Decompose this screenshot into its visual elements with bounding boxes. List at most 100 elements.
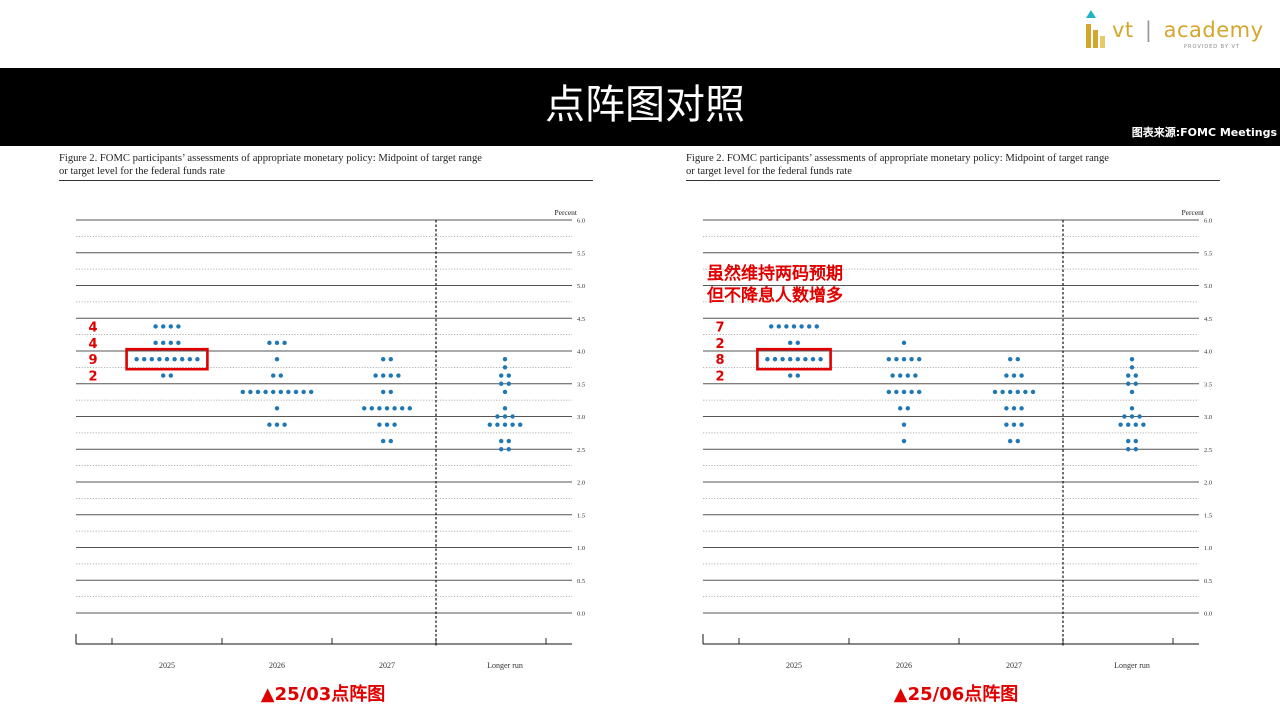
title-band: 点阵图对照 图表来源:FOMC Meetings (0, 68, 1280, 146)
fomc-dot (1133, 422, 1138, 427)
fomc-dot (274, 422, 280, 427)
fomc-dot (1008, 356, 1013, 362)
fomc-dot (282, 422, 287, 427)
fomc-dot (1133, 373, 1138, 378)
fomc-dot (795, 373, 800, 378)
caption-june: ▲25/06点阵图 (893, 684, 1019, 705)
fomc-dot (901, 422, 907, 427)
fomc-dot (1011, 406, 1017, 411)
fomc-dot (381, 438, 386, 444)
y-tick-label: 0.0 (1204, 611, 1212, 618)
fomc-dot (1019, 422, 1024, 427)
fomc-dot (172, 356, 177, 362)
figure-title-line-2: or target level for the federal funds ra… (686, 166, 852, 177)
fomc-dot (1004, 406, 1009, 411)
dot-count-label: 9 (88, 353, 97, 368)
fomc-dot (274, 406, 280, 411)
fomc-dot (901, 438, 907, 444)
figure-title-line-2: or target level for the federal funds ra… (59, 166, 225, 177)
fomc-dot (1011, 422, 1017, 427)
logo-word-left: vt (1112, 18, 1134, 42)
fomc-dot (788, 373, 793, 378)
y-axis-label: Percent (1182, 208, 1205, 217)
y-tick-label: 3.0 (577, 414, 585, 421)
fomc-dot (499, 381, 504, 386)
fomc-dot (495, 422, 500, 427)
fomc-dot (267, 422, 272, 427)
logo-word-right: academy (1163, 18, 1264, 42)
fomc-dot (240, 389, 245, 395)
fomc-dot (1011, 373, 1017, 378)
fomc-dot (1008, 438, 1013, 444)
y-axis-label: Percent (555, 208, 578, 217)
fomc-dot (886, 356, 891, 362)
y-tick-label: 3.5 (577, 381, 585, 388)
fomc-dot (898, 373, 903, 378)
y-tick-label: 4.5 (577, 316, 585, 323)
fomc-dot (795, 340, 800, 346)
fomc-dot (157, 356, 162, 362)
fomc-dot (905, 373, 910, 378)
fomc-dot (142, 356, 147, 362)
fomc-dot (407, 406, 412, 411)
dot-plot-march-chart: Figure 2. FOMC participants’ assessments… (59, 153, 593, 670)
figure-title-line-1: Figure 2. FOMC participants’ assessments… (686, 153, 1109, 164)
dot-count-label: 4 (88, 337, 97, 352)
fomc-dot (362, 406, 367, 411)
fomc-dot (769, 324, 774, 329)
fomc-dot (248, 389, 253, 395)
annotation-note: 虽然维持两码预期 (707, 263, 843, 284)
fomc-dot (506, 373, 511, 378)
fomc-dot (271, 373, 276, 378)
fomc-dot (502, 356, 508, 362)
y-tick-label: 6.0 (1204, 218, 1212, 225)
dot-count-label: 7 (715, 320, 724, 335)
fomc-dot (1126, 422, 1131, 427)
y-tick-label: 2.5 (577, 447, 585, 454)
fomc-dot (502, 414, 508, 419)
fomc-dot (168, 340, 173, 346)
fomc-dot (909, 389, 914, 395)
y-tick-label: 2.5 (1204, 447, 1212, 454)
fomc-dot (1129, 406, 1135, 411)
fomc-dot (495, 414, 500, 419)
fomc-dot (1126, 381, 1131, 386)
fomc-dot (381, 373, 386, 378)
fomc-dot (164, 356, 170, 362)
fomc-dot (309, 389, 314, 395)
y-tick-label: 1.5 (1204, 512, 1212, 519)
fomc-dot (803, 356, 808, 362)
fomc-dot (263, 389, 268, 395)
y-tick-label: 0.5 (1204, 578, 1212, 585)
fomc-dot (1004, 373, 1009, 378)
fomc-dot (396, 373, 401, 378)
fomc-dot (153, 324, 158, 329)
fomc-dot (1129, 389, 1135, 395)
dot-count-label: 4 (88, 320, 97, 335)
x-category-label: 2026 (269, 661, 285, 670)
fomc-dot (894, 356, 899, 362)
y-tick-label: 4.5 (1204, 316, 1212, 323)
fomc-dot (161, 340, 166, 346)
fomc-dot (301, 389, 306, 395)
caption-march: ▲25/03点阵图 (260, 684, 386, 705)
fomc-dot (381, 389, 386, 395)
fomc-dot (502, 365, 508, 370)
y-tick-label: 4.0 (577, 349, 585, 356)
fomc-dot (1133, 438, 1138, 444)
fomc-dot (168, 324, 173, 329)
y-tick-label: 5.5 (1204, 250, 1212, 257)
source-note: 图表来源:FOMC Meetings (1131, 126, 1277, 139)
fomc-dot (267, 340, 272, 346)
logo-tagline: PROVIDED BY VT (1184, 44, 1240, 50)
fomc-dot (901, 340, 907, 346)
fomc-dot (784, 324, 789, 329)
fomc-dot (278, 373, 283, 378)
fomc-dot (1019, 373, 1024, 378)
fomc-dot (282, 340, 287, 346)
fomc-dot (1015, 438, 1020, 444)
fomc-dot (377, 406, 382, 411)
y-tick-label: 2.0 (577, 480, 585, 487)
logo-wordmark: vt | academy (1112, 18, 1264, 42)
fomc-dot (1000, 389, 1005, 395)
